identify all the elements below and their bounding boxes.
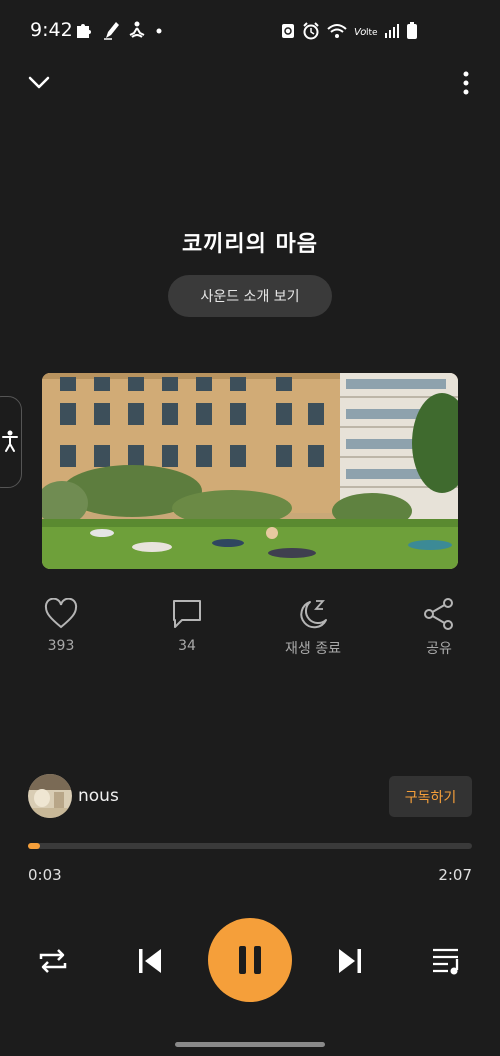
avatar-image — [28, 774, 72, 818]
wifi-icon — [327, 24, 347, 38]
alarm-icon — [303, 22, 319, 40]
sleep-timer-action[interactable]: 재생 종료 — [268, 598, 358, 658]
accessibility-side-tab[interactable] — [0, 396, 22, 488]
pause-icon — [239, 946, 261, 974]
cover-image — [42, 373, 458, 569]
status-left-icons — [74, 20, 164, 40]
heart-icon — [44, 598, 78, 629]
skip-previous-icon — [139, 949, 161, 973]
next-button[interactable] — [332, 944, 368, 978]
current-time: 0:03 — [28, 866, 62, 884]
sleep-timer-label: 재생 종료 — [285, 641, 341, 657]
like-action[interactable]: 393 — [16, 598, 106, 654]
share-label: 공유 — [426, 641, 452, 657]
track-title: 코끼리의 마음 — [181, 232, 319, 257]
sync-icon — [282, 24, 294, 38]
pen-icon — [104, 22, 119, 40]
chevron-down-icon[interactable] — [26, 70, 52, 96]
svg-text:lte: lte — [366, 28, 378, 38]
home-indicator[interactable] — [175, 1042, 325, 1047]
avatar[interactable] — [28, 774, 72, 818]
svg-text:Vo: Vo — [354, 27, 366, 38]
progress-fill — [28, 843, 40, 849]
comment-action[interactable]: 34 — [142, 598, 232, 654]
status-right-icons: Vo lte — [280, 22, 418, 40]
top-bar — [0, 60, 500, 104]
signal-icon — [385, 24, 399, 38]
previous-button[interactable] — [132, 944, 168, 978]
meditation-icon — [129, 21, 145, 38]
subscribe-button[interactable]: 구독하기 — [389, 776, 472, 817]
pause-button[interactable] — [208, 918, 292, 1002]
playlist-icon — [433, 948, 459, 975]
notification-dot-icon — [156, 28, 162, 34]
status-time: 9:42 — [30, 19, 73, 41]
share-action[interactable]: 공유 — [394, 598, 484, 658]
total-time: 2:07 — [438, 866, 472, 884]
sound-intro-button[interactable]: 사운드 소개 보기 — [168, 275, 332, 317]
progress-bar[interactable] — [28, 843, 472, 849]
more-options-icon[interactable] — [462, 70, 470, 96]
playlist-button[interactable] — [428, 944, 466, 978]
puzzle-icon — [77, 24, 91, 38]
artist-name[interactable]: nous — [78, 786, 119, 806]
status-bar: 9:42 Vo lte — [0, 0, 500, 62]
skip-next-icon — [339, 949, 361, 973]
share-icon — [424, 598, 453, 630]
artist-row[interactable]: nous — [28, 774, 119, 818]
repeat-icon — [39, 949, 67, 973]
accessibility-icon — [2, 430, 18, 452]
battery-icon — [407, 22, 417, 39]
volte-signal-icon: Vo lte — [354, 27, 378, 38]
sleep-timer-icon — [300, 600, 327, 629]
like-count: 393 — [47, 638, 75, 654]
comment-icon — [173, 600, 201, 628]
park-scene-illustration — [42, 373, 458, 569]
comment-count: 34 — [178, 638, 196, 654]
repeat-button[interactable] — [34, 944, 72, 978]
